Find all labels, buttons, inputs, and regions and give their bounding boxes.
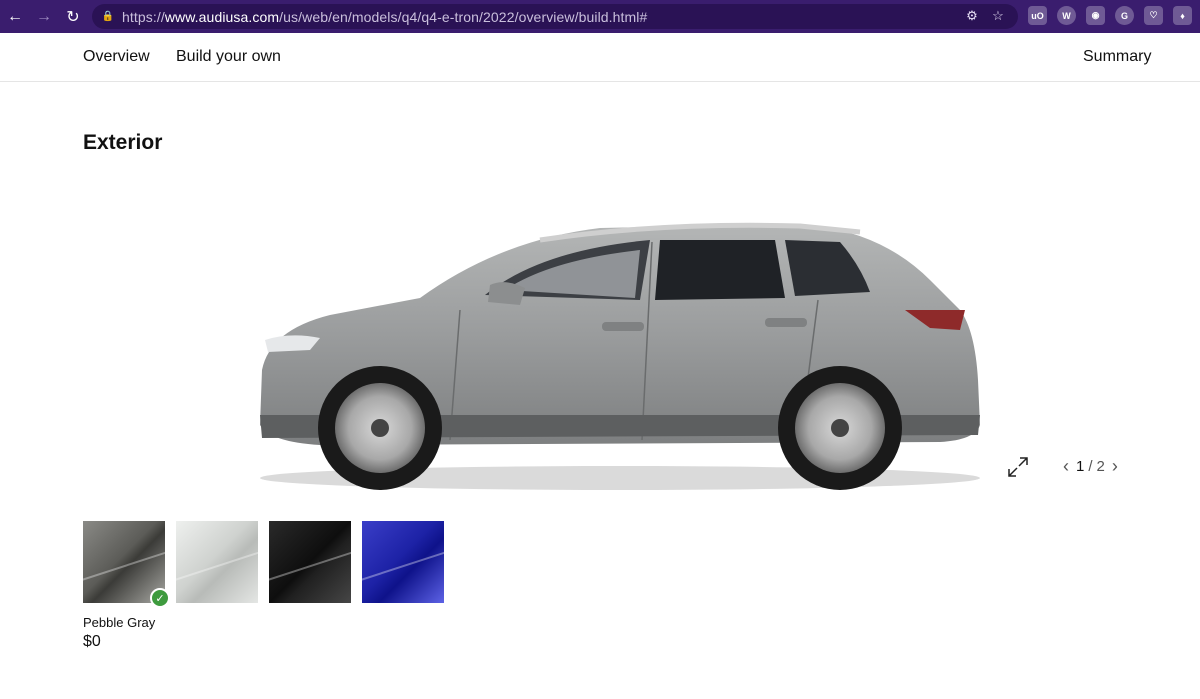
address-bar[interactable]: 🔒 https://www.audiusa.com/us/web/en/mode… (92, 4, 1018, 29)
chevron-right-icon[interactable]: › (1109, 456, 1121, 476)
bookmark-star-icon[interactable]: ☆ (990, 8, 1006, 24)
nav-overview-link[interactable]: Overview (83, 48, 150, 66)
lock-icon: 🔒 (101, 11, 115, 22)
grammarly-extension-icon[interactable]: G (1115, 6, 1134, 25)
gallery-current: 1 (1076, 457, 1085, 475)
translate-icon[interactable]: ⚙ (964, 8, 980, 24)
car-image (240, 210, 1000, 500)
extensions-puzzle-icon[interactable]: ♦ (1173, 6, 1192, 25)
selected-check-icon: ✓ (150, 588, 170, 608)
pocket-extension-icon[interactable]: ♡ (1144, 6, 1163, 25)
swatch-black[interactable] (269, 521, 351, 603)
selected-color-price: $0 (83, 633, 101, 650)
nav-summary-link[interactable]: Summary (1083, 48, 1151, 66)
back-icon[interactable]: ← (1, 3, 29, 31)
expand-fullscreen-icon[interactable] (1006, 455, 1030, 479)
selected-color-name: Pebble Gray (83, 615, 156, 630)
forward-icon[interactable]: → (30, 3, 58, 31)
swatch-silver[interactable] (176, 521, 258, 603)
site-nav: Overview Build your own Summary (0, 33, 1200, 82)
nav-build-link[interactable]: Build your own (176, 48, 281, 66)
extension-icon[interactable]: W (1057, 6, 1076, 25)
chevron-left-icon[interactable]: ‹ (1060, 456, 1072, 476)
gallery-separator: / (1088, 457, 1093, 475)
ublock-extension-icon[interactable]: uO (1028, 6, 1047, 25)
reload-icon[interactable]: ↻ (59, 3, 87, 31)
swatch-blue[interactable] (362, 521, 444, 603)
url-text: https://www.audiusa.com/us/web/en/models… (122, 8, 648, 25)
section-title: Exterior (83, 131, 163, 154)
gallery-pager: ‹ 1 / 2 › (1060, 456, 1121, 476)
browser-toolbar: ← → ↻ 🔒 https://www.audiusa.com/us/web/e… (0, 0, 1200, 33)
screenshot-extension-icon[interactable]: ◉ (1086, 6, 1105, 25)
gallery-total: 2 (1096, 457, 1105, 475)
color-swatches (83, 521, 444, 603)
